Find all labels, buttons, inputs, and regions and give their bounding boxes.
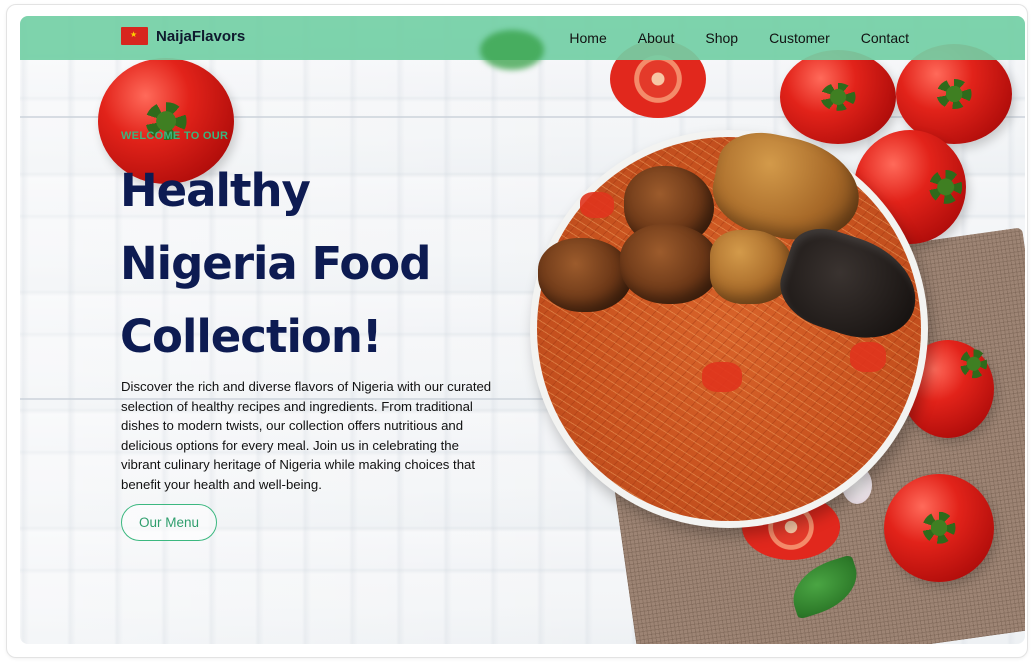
nav-item-about[interactable]: About xyxy=(638,30,675,46)
tomato-stem-icon xyxy=(959,348,988,379)
nav-item-shop[interactable]: Shop xyxy=(705,30,738,46)
nav-item-home[interactable]: Home xyxy=(569,30,606,46)
hero-headline: Healthy Nigeria Food Collection! xyxy=(120,154,520,373)
navbar: NaijaFlavors Home About Shop Customer Co… xyxy=(20,16,1025,70)
nav-item-customer[interactable]: Customer xyxy=(769,30,830,46)
meat-piece-image xyxy=(538,238,632,312)
tomato-stem-icon xyxy=(922,511,956,545)
tomato-image xyxy=(780,50,896,144)
headline-line: Collection! xyxy=(120,310,382,363)
leaf-blur-image xyxy=(480,30,544,70)
meat-piece-image xyxy=(620,224,720,304)
brand-logo[interactable]: NaijaFlavors xyxy=(121,27,245,45)
pepper-piece-image xyxy=(850,342,886,372)
tomato-image xyxy=(884,474,994,582)
tomato-stem-icon xyxy=(929,169,963,205)
nav-item-contact[interactable]: Contact xyxy=(861,30,909,46)
tomato-stem-icon xyxy=(936,79,972,109)
pepper-piece-image xyxy=(580,192,614,218)
brand-name: NaijaFlavors xyxy=(156,27,246,45)
nav-menu: Home About Shop Customer Contact xyxy=(569,30,909,46)
headline-line: Nigeria Food xyxy=(120,237,431,290)
tomato-stem-icon xyxy=(820,82,856,112)
hero-eyebrow: WELCOME TO OUR xyxy=(121,130,229,142)
hero-description: Discover the rich and diverse flavors of… xyxy=(121,379,492,492)
hero-page: NaijaFlavors Home About Shop Customer Co… xyxy=(20,16,1025,644)
nigeria-flag-icon xyxy=(121,27,148,45)
headline-line: Healthy xyxy=(120,164,311,217)
our-menu-button[interactable]: Our Menu xyxy=(121,504,217,541)
pepper-piece-image xyxy=(702,362,742,392)
